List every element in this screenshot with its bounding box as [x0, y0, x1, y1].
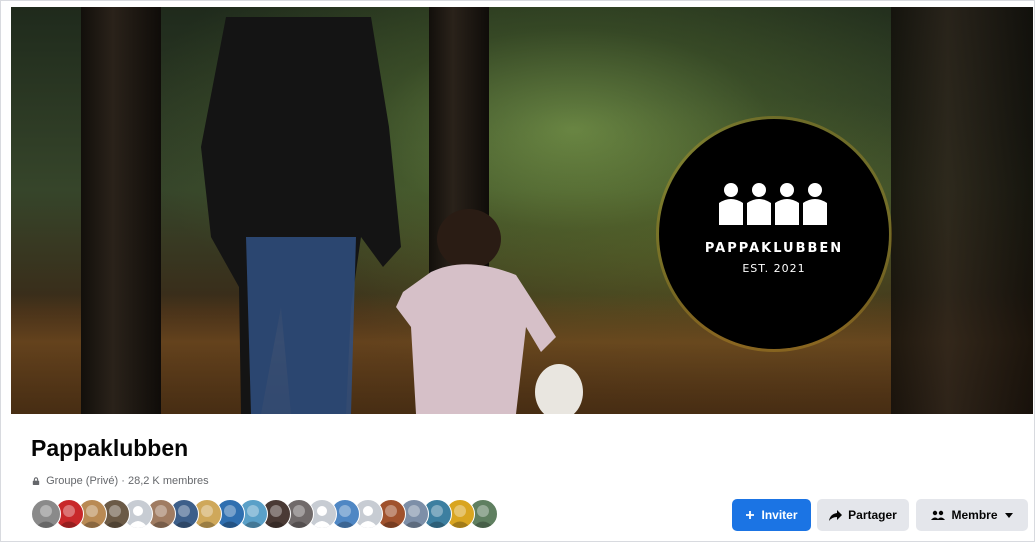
cover-figures: [201, 17, 583, 414]
club-logo: PAPPAKLUBBEN EST. 2021: [659, 119, 889, 349]
member-avatar[interactable]: [31, 499, 61, 529]
caret-down-icon: [1004, 512, 1013, 518]
group-name[interactable]: Pappaklubben: [31, 435, 188, 462]
plus-icon: [745, 510, 755, 520]
logo-title: PAPPAKLUBBEN: [704, 241, 844, 256]
cover-photo[interactable]: PAPPAKLUBBEN EST. 2021: [11, 7, 1033, 414]
membership-label: Membre: [951, 508, 998, 522]
share-label: Partager: [848, 508, 897, 522]
share-arrow-icon: [829, 509, 843, 521]
member-avatars[interactable]: [31, 499, 498, 529]
invite-button[interactable]: Inviter: [732, 499, 811, 531]
tree-trunk: [891, 7, 1033, 414]
invite-label: Inviter: [761, 508, 798, 522]
group-privacy-and-count[interactable]: Groupe (Privé) · 28,2 K membres: [46, 475, 209, 487]
membership-button[interactable]: Membre: [916, 499, 1028, 531]
logo-established: EST. 2021: [742, 262, 806, 275]
family-icon: [719, 183, 827, 225]
members-icon: [931, 510, 946, 520]
share-button[interactable]: Partager: [817, 499, 909, 531]
group-meta: Groupe (Privé) · 28,2 K membres: [32, 475, 209, 487]
group-header: PAPPAKLUBBEN EST. 2021 Pappaklubben Grou…: [0, 0, 1035, 542]
lock-icon: [32, 477, 40, 485]
